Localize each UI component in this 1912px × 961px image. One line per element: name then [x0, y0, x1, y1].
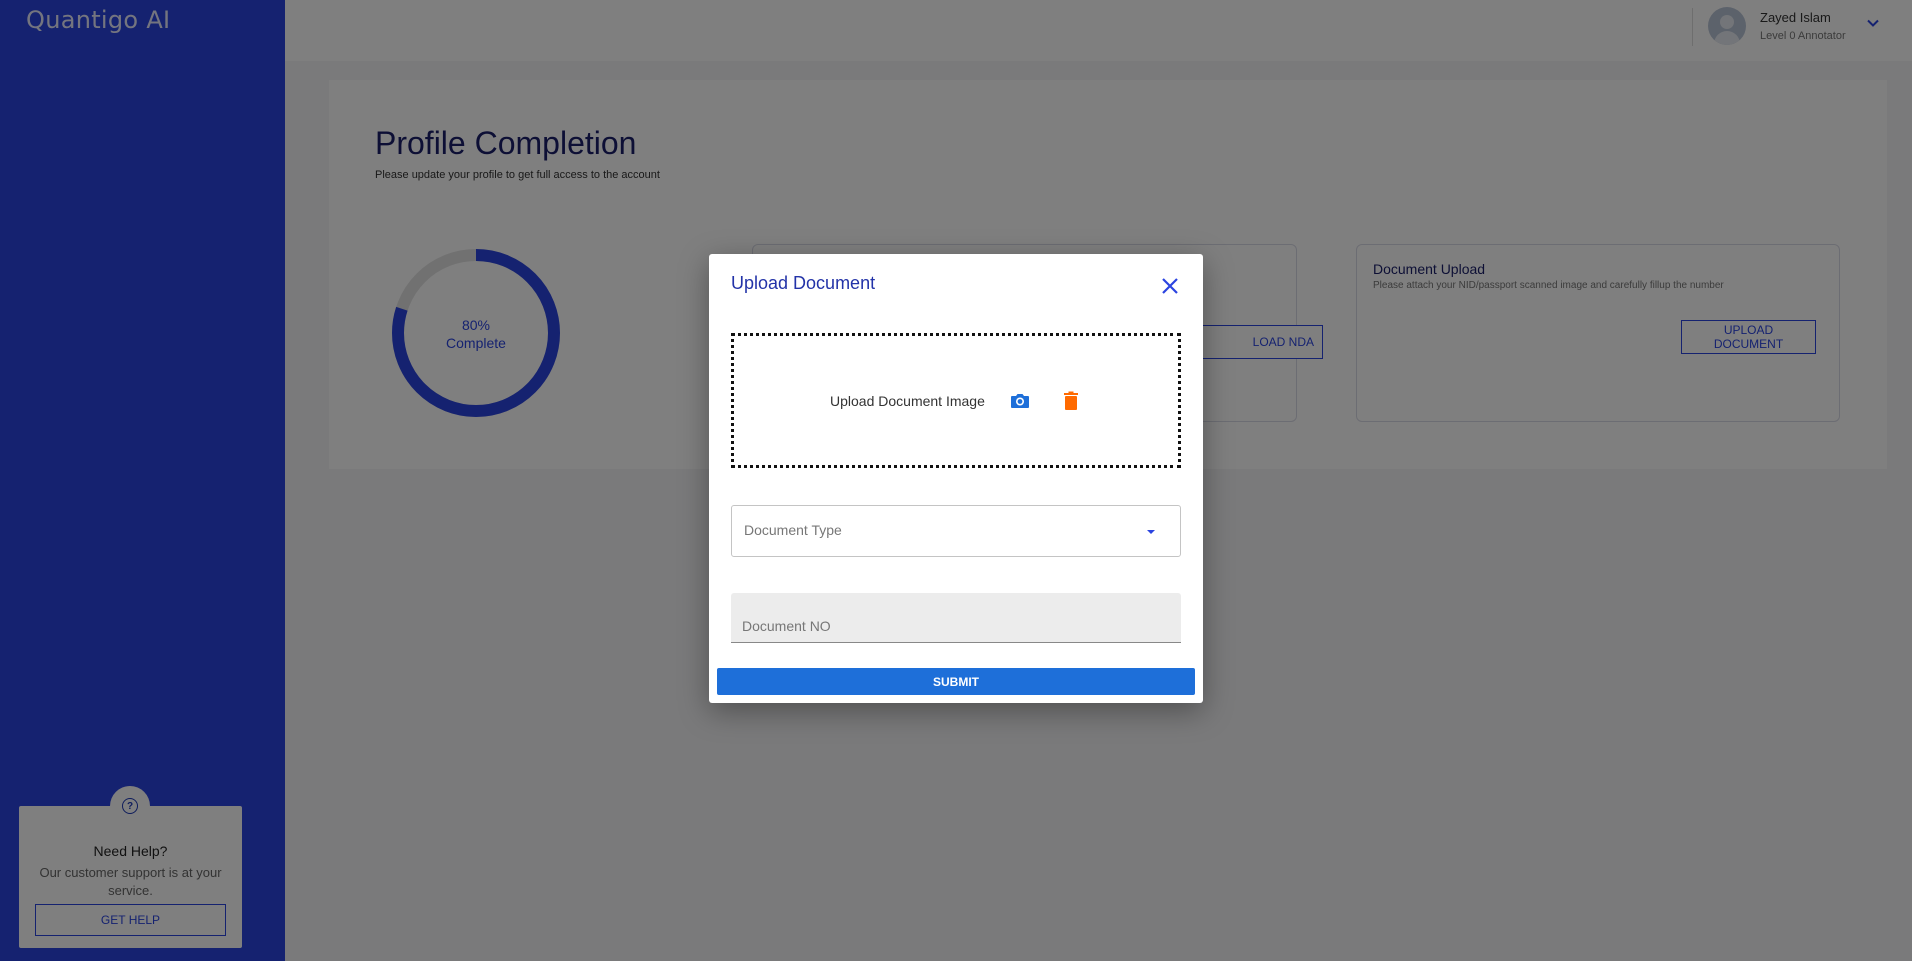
upload-document-modal: Upload Document Upload Document Image Do…	[709, 254, 1203, 703]
delete-icon[interactable]	[1059, 389, 1083, 413]
camera-icon[interactable]	[1008, 389, 1032, 413]
modal-title: Upload Document	[731, 273, 876, 293]
upload-image-label: Upload Document Image	[830, 393, 985, 409]
dropdown-arrow-icon	[1147, 530, 1155, 534]
document-number-field[interactable]	[731, 593, 1181, 643]
document-type-select[interactable]: Document Type	[731, 505, 1181, 557]
image-dropzone[interactable]: Upload Document Image	[731, 333, 1181, 468]
close-icon[interactable]	[1158, 274, 1182, 298]
document-type-placeholder: Document Type	[744, 522, 842, 538]
submit-button[interactable]: SUBMIT	[717, 668, 1195, 695]
